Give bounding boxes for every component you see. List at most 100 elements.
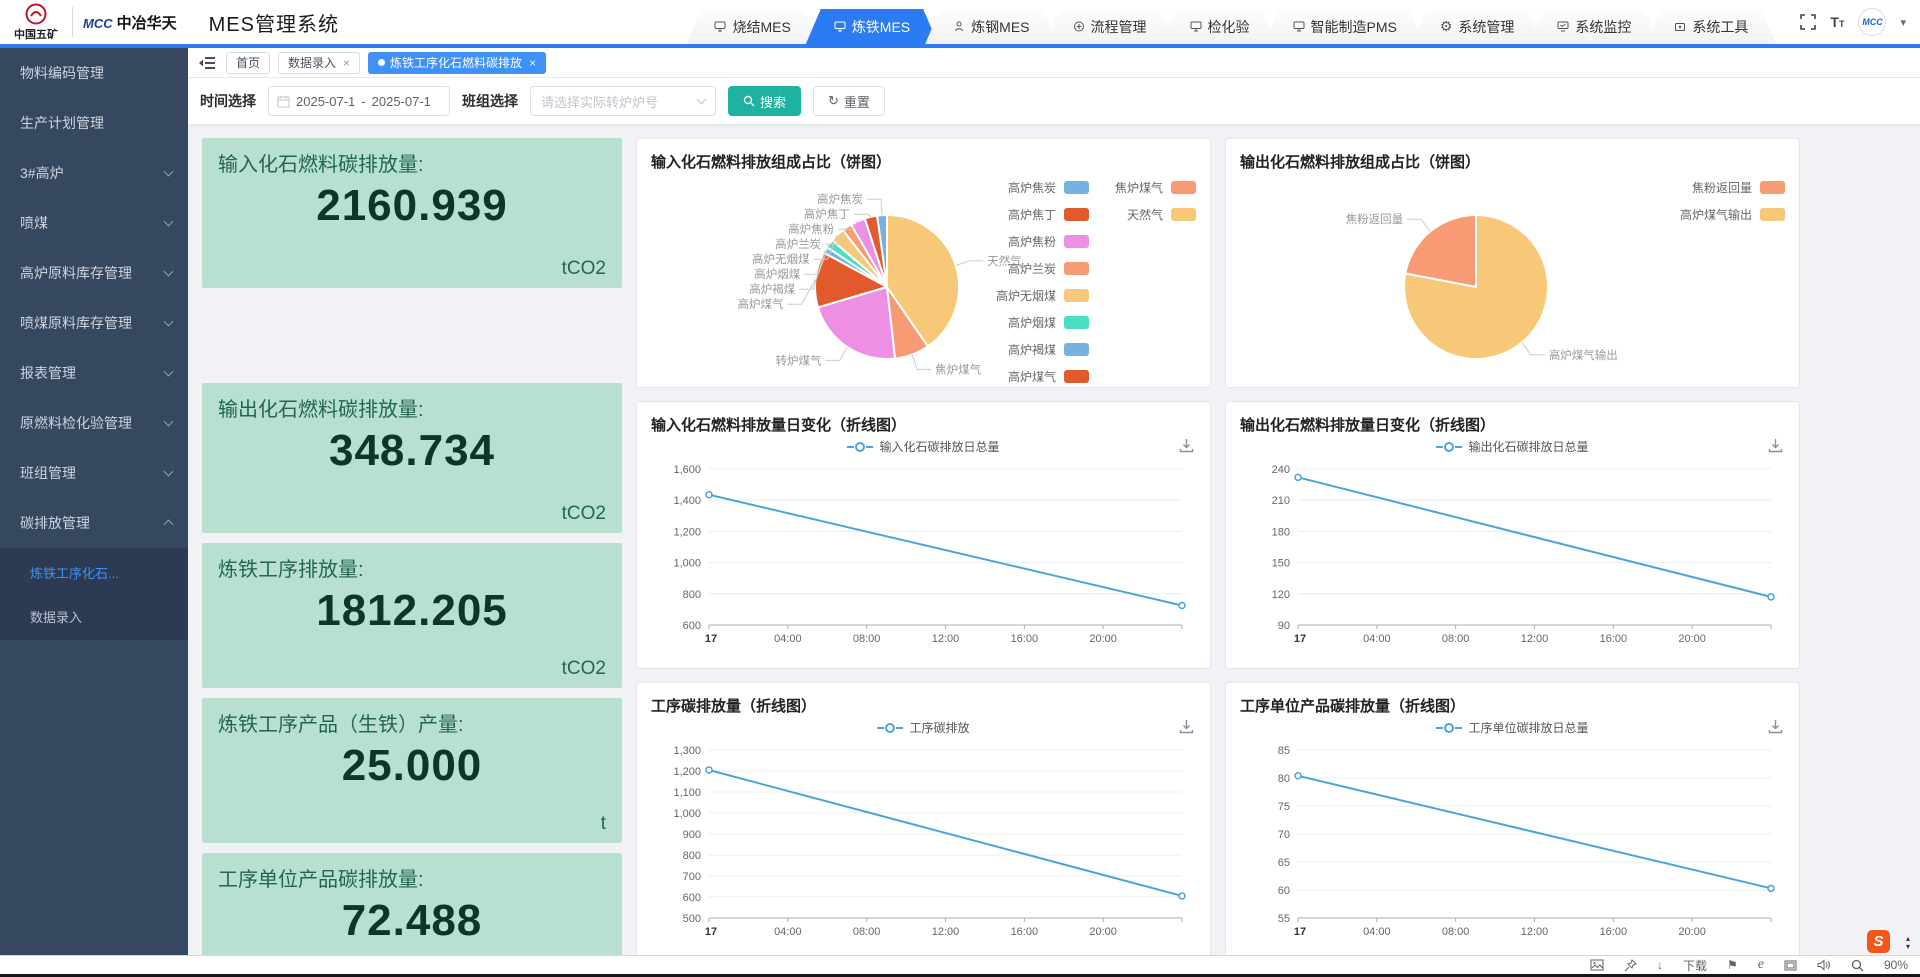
- svg-text:12:00: 12:00: [1521, 633, 1549, 645]
- chevron-up-icon: [164, 520, 174, 530]
- data-point[interactable]: [1768, 594, 1774, 600]
- sogou-ime-badge[interactable]: S: [1867, 930, 1890, 953]
- stat-value: 348.734: [218, 426, 606, 476]
- group-select[interactable]: 请选择实际转炉炉号: [530, 86, 716, 116]
- legend-item[interactable]: 高炉煤气输出: [1680, 206, 1785, 223]
- sidebar-item-report-mgmt[interactable]: 报表管理: [0, 348, 188, 398]
- download-icon[interactable]: [1768, 719, 1783, 739]
- svg-text:1,200: 1,200: [673, 766, 701, 778]
- sidebar-subitem-ironmaking-fossil[interactable]: 炼铁工序化石...: [0, 550, 188, 594]
- download-label[interactable]: 下载: [1683, 957, 1707, 974]
- active-dot: [378, 59, 385, 66]
- nav-tab-steelmaking-mes[interactable]: 炼钢MES: [925, 9, 1057, 44]
- sidebar-item-production-plan[interactable]: 生产计划管理: [0, 98, 188, 148]
- close-icon[interactable]: ×: [343, 56, 350, 70]
- nav-tab-system-monitor[interactable]: 系统监控: [1529, 9, 1659, 44]
- download-icon[interactable]: [1179, 438, 1194, 458]
- reset-button[interactable]: ↻ 重置: [813, 86, 885, 116]
- window-icon[interactable]: [1784, 960, 1797, 971]
- svg-text:60: 60: [1278, 885, 1290, 897]
- legend-item[interactable]: 高炉兰炭: [1008, 260, 1089, 277]
- sidebar-item-blast-furnace-3[interactable]: 3#高炉: [0, 148, 188, 198]
- nav-tab-system-mgmt[interactable]: ⚙ 系统管理: [1412, 9, 1543, 44]
- svg-text:1,200: 1,200: [673, 526, 701, 538]
- legend-item[interactable]: 高炉无烟煤: [996, 287, 1089, 304]
- date-range-input[interactable]: 2025-07-1 - 2025-07-1: [268, 86, 450, 116]
- data-point[interactable]: [706, 767, 712, 773]
- stat-column: 输入化石燃料碳排放量: 2160.939 tCO2 输出化石燃料碳排放量: 34…: [202, 138, 622, 958]
- nav-tab-smart-pms[interactable]: 智能制造PMS: [1265, 9, 1425, 44]
- stat-card-pig-iron-output: 炼铁工序产品（生铁）产量: 25.000 t: [202, 698, 622, 843]
- zoom-search-icon[interactable]: [1851, 959, 1864, 972]
- image-icon[interactable]: [1590, 959, 1604, 971]
- sidebar-subitem-data-entry[interactable]: 数据录入: [0, 594, 188, 638]
- flag-icon[interactable]: ⚑: [1727, 958, 1738, 972]
- chevron-down-icon: [164, 167, 174, 177]
- sidebar-item-team-mgmt[interactable]: 班组管理: [0, 448, 188, 498]
- svg-text:500: 500: [683, 913, 701, 925]
- line-legend[interactable]: 工序碳排放: [651, 719, 1196, 736]
- speaker-icon[interactable]: [1817, 959, 1831, 971]
- pin-icon[interactable]: [1624, 959, 1637, 972]
- chart-title: 工序碳排放量（折线图）: [651, 695, 1196, 716]
- chevron-down-icon[interactable]: ▾: [1900, 16, 1906, 29]
- user-avatar[interactable]: MCC: [1858, 8, 1886, 36]
- data-point[interactable]: [1295, 773, 1301, 779]
- legend-item[interactable]: 高炉烟煤: [1008, 314, 1089, 331]
- pie-label: 高炉焦粉: [788, 222, 834, 236]
- data-point[interactable]: [1179, 603, 1185, 609]
- zoom-level-label[interactable]: 90%: [1884, 958, 1908, 972]
- nav-tab-ironmaking-mes[interactable]: 炼铁MES: [806, 9, 938, 44]
- sidebar-item-coal-raw-material-inventory[interactable]: 喷煤原料库存管理: [0, 298, 188, 348]
- data-point[interactable]: [1295, 474, 1301, 480]
- tab-ironmaking-fossil-carbon[interactable]: 炼铁工序化石燃料碳排放 ×: [368, 52, 546, 74]
- svg-text:600: 600: [683, 892, 701, 904]
- sidebar-item-material-coding[interactable]: 物料编码管理: [0, 48, 188, 98]
- download-icon[interactable]: [1179, 719, 1194, 739]
- legend-item[interactable]: 高炉焦粉: [1008, 233, 1089, 250]
- legend-item[interactable]: 高炉焦丁: [1008, 206, 1089, 223]
- font-size-icon[interactable]: TT: [1830, 14, 1844, 30]
- sidebar-item-bf-raw-material-inventory[interactable]: 高炉原料库存管理: [0, 248, 188, 298]
- sidebar-collapse-icon[interactable]: [198, 56, 216, 70]
- legend-swatch: [1064, 208, 1089, 221]
- search-button[interactable]: 搜索: [728, 86, 801, 116]
- data-point[interactable]: [1179, 893, 1185, 899]
- chevron-down-icon: [164, 317, 174, 327]
- nav-tab-lab-test[interactable]: 检化验: [1162, 9, 1278, 44]
- nav-tab-sinter-mes[interactable]: 烧结MES: [686, 9, 818, 44]
- tab-home[interactable]: 首页: [226, 52, 270, 74]
- data-point[interactable]: [1768, 885, 1774, 891]
- minmetals-logo: 中国五矿: [10, 3, 62, 42]
- toolbox-icon: [1674, 21, 1686, 32]
- nav-tab-process-mgmt[interactable]: 流程管理: [1045, 9, 1175, 44]
- fullscreen-icon[interactable]: [1800, 14, 1816, 30]
- legend-item[interactable]: 高炉焦炭: [1008, 179, 1089, 196]
- legend-item[interactable]: 天然气: [1127, 206, 1196, 223]
- line-legend[interactable]: 输入化石碳排放日总量: [651, 438, 1196, 455]
- mcc-label: MCC: [83, 16, 113, 31]
- legend-item[interactable]: 焦粉返回量: [1692, 179, 1785, 196]
- monitor-check-icon: [1557, 21, 1569, 32]
- line-legend[interactable]: 工序单位碳排放日总量: [1240, 719, 1785, 736]
- line-legend[interactable]: 输出化石碳排放日总量: [1240, 438, 1785, 455]
- chevron-down-icon: [164, 267, 174, 277]
- stat-unit: tCO2: [218, 658, 606, 680]
- date-end-value: 2025-07-1: [372, 94, 431, 109]
- sidebar-item-fuel-inspection[interactable]: 原燃料检化验管理: [0, 398, 188, 448]
- legend-marker-icon: [1436, 723, 1462, 733]
- legend-item[interactable]: 高炉褐煤: [1008, 341, 1089, 358]
- sidebar-item-carbon-emission-mgmt[interactable]: 碳排放管理: [0, 498, 188, 548]
- svg-text:1,100: 1,100: [673, 787, 701, 799]
- sidebar-item-coal-injection[interactable]: 喷煤: [0, 198, 188, 248]
- download-arrow-icon[interactable]: ↓: [1657, 958, 1663, 972]
- legend-item[interactable]: 高炉煤气: [1008, 368, 1089, 385]
- close-icon[interactable]: ×: [529, 56, 536, 70]
- nav-tab-system-tools[interactable]: 系统工具: [1646, 9, 1776, 44]
- download-icon[interactable]: [1768, 438, 1783, 458]
- browser-e-icon[interactable]: e: [1758, 957, 1764, 973]
- tab-data-entry[interactable]: 数据录入 ×: [278, 52, 360, 74]
- ime-toggle-icon[interactable]: ▴▾: [1906, 935, 1910, 951]
- legend-item[interactable]: 焦炉煤气: [1115, 179, 1196, 196]
- data-point[interactable]: [706, 492, 712, 498]
